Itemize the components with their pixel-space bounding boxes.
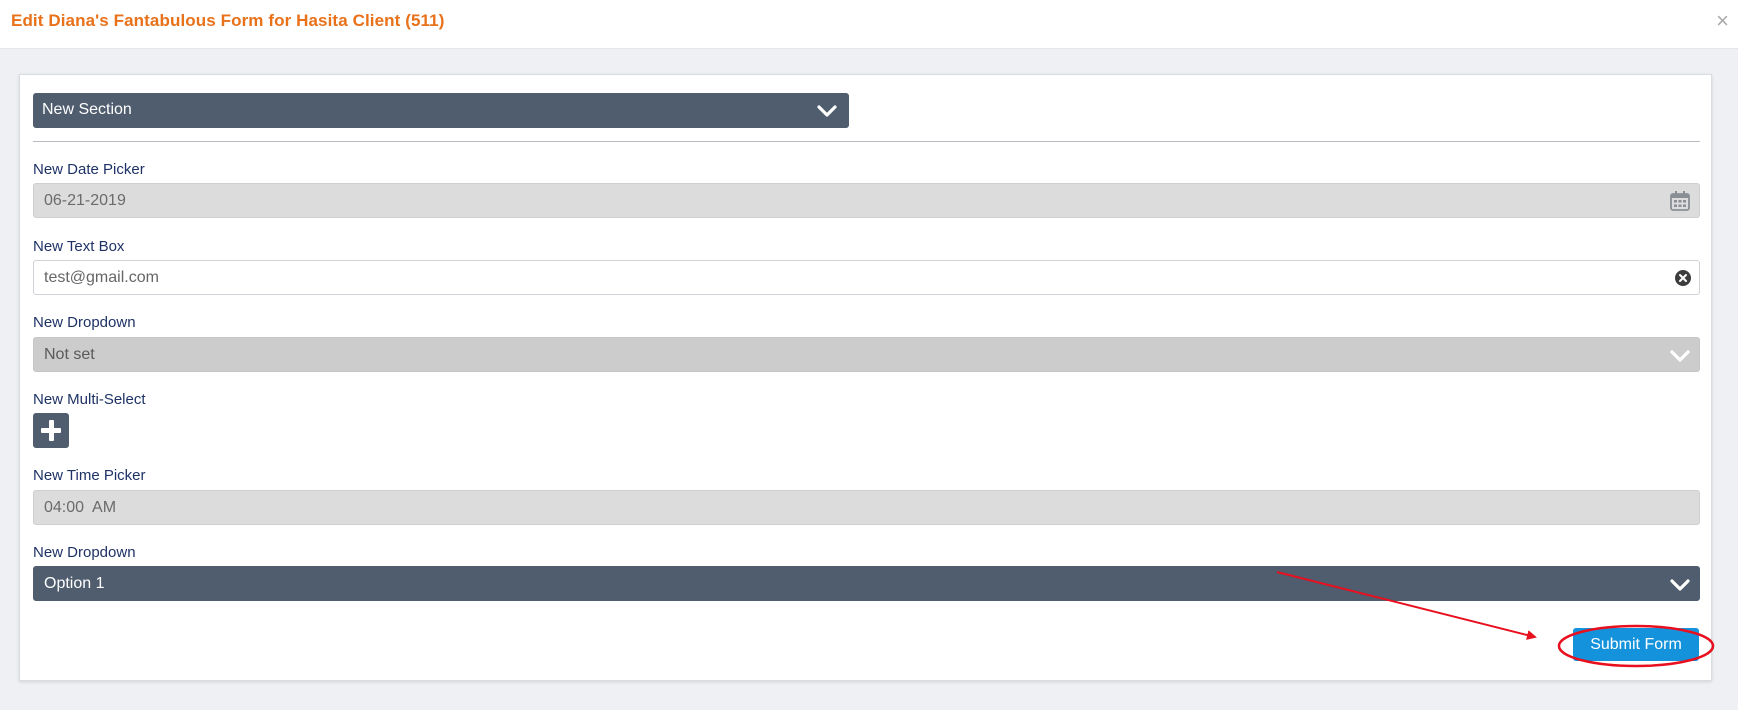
multi-select-label: New Multi-Select [33, 391, 146, 408]
modal-header: Edit Diana's Fantabulous Form for Hasita… [0, 0, 1738, 49]
section-title: New Section [42, 101, 132, 118]
close-button[interactable]: × [1716, 10, 1729, 32]
chevron-down-icon [1670, 350, 1690, 362]
dropdown-2-select[interactable]: Option 1 [33, 566, 1700, 601]
dropdown-2-label: New Dropdown [33, 544, 136, 561]
dropdown-2-value: Option 1 [44, 575, 105, 592]
section-divider [33, 141, 1700, 142]
edit-form-modal: Edit Diana's Fantabulous Form for Hasita… [0, 0, 1738, 710]
calendar-icon[interactable] [1669, 190, 1691, 212]
clear-circle-icon[interactable] [1674, 269, 1692, 287]
dropdown-1-value: Not set [44, 346, 95, 363]
multi-select-add-button[interactable] [33, 413, 69, 448]
date-picker-value: 06-21-2019 [44, 192, 126, 209]
text-box-input[interactable]: test@gmail.com [33, 260, 1700, 295]
date-picker-label: New Date Picker [33, 161, 145, 178]
chevron-down-icon [1670, 579, 1690, 591]
submit-form-button[interactable]: Submit Form [1573, 628, 1699, 661]
chevron-down-icon [817, 105, 837, 117]
time-picker-label: New Time Picker [33, 467, 146, 484]
text-box-label: New Text Box [33, 238, 125, 255]
dropdown-1-label: New Dropdown [33, 314, 136, 331]
modal-title: Edit Diana's Fantabulous Form for Hasita… [11, 11, 445, 30]
date-picker-input[interactable]: 06-21-2019 [33, 183, 1700, 218]
time-picker-value: 04:00 AM [44, 499, 117, 516]
section-header-new-section[interactable]: New Section [33, 93, 849, 128]
dropdown-1-select[interactable]: Not set [33, 337, 1700, 372]
time-picker-input[interactable]: 04:00 AM [33, 490, 1700, 525]
text-box-value: test@gmail.com [44, 269, 159, 286]
